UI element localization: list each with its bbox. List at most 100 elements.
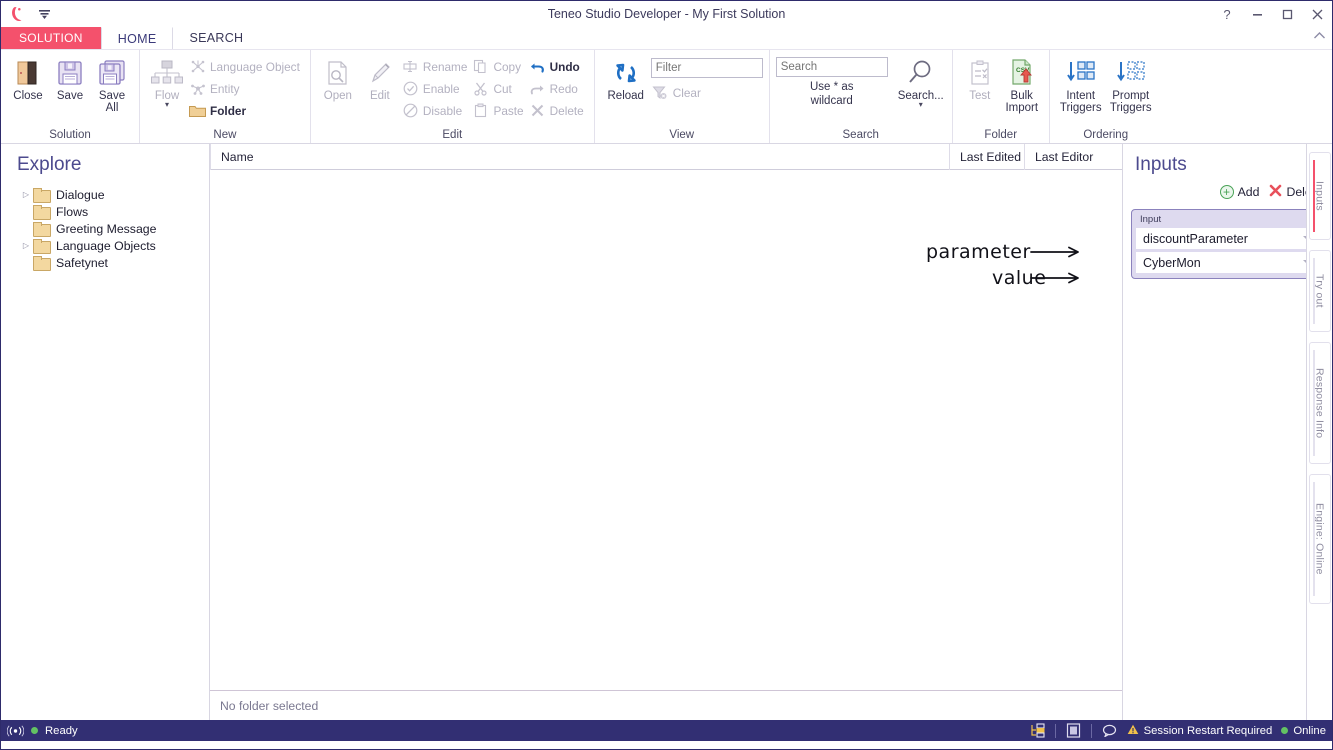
bulk-import-button[interactable]: CSV Bulk Import <box>1001 54 1043 114</box>
new-language-object-button[interactable]: Language Object <box>188 56 304 77</box>
copy-button[interactable]: Copy <box>471 56 527 77</box>
test-button[interactable]: Test <box>959 54 1001 102</box>
grid-header: Name Last Edited Last Editor <box>210 143 1122 170</box>
tab-response-info[interactable]: Response Info <box>1308 342 1331 464</box>
save-button[interactable]: Save <box>49 54 91 102</box>
sidebar-item-flows[interactable]: Flows <box>19 203 209 220</box>
help-button[interactable]: ? <box>1212 2 1242 26</box>
sidebar-item-greeting-message[interactable]: Greeting Message <box>19 220 209 237</box>
column-header-last-edited[interactable]: Last Edited <box>949 143 1024 170</box>
magnifier-icon <box>905 56 937 90</box>
tab-solution[interactable]: SOLUTION <box>1 27 101 49</box>
flow-tree-icon <box>151 56 183 90</box>
tab-try-out[interactable]: Try out <box>1308 250 1331 332</box>
close-button[interactable] <box>1302 2 1332 26</box>
sidebar-item-label: Flows <box>56 204 89 219</box>
clear-filter-button[interactable]: Clear <box>651 82 763 103</box>
chevron-down-icon[interactable]: ▾ <box>919 101 923 109</box>
add-input-button[interactable]: + Add <box>1219 185 1259 199</box>
main-area: Explore ▷ Dialogue Flows Greeting Messag… <box>1 143 1332 720</box>
copy-label: Copy <box>493 59 521 74</box>
disable-button[interactable]: Disable <box>401 100 472 121</box>
new-flow-button[interactable]: Flow ▾ <box>146 54 188 109</box>
pencil-icon <box>367 56 393 90</box>
explore-title: Explore <box>17 154 82 175</box>
redo-button[interactable]: Redo <box>528 78 588 99</box>
minimize-button[interactable] <box>1242 2 1272 26</box>
inputs-panel-actions: + Add Delete <box>1123 176 1332 200</box>
sidebar-item-label: Greeting Message <box>56 221 157 236</box>
intent-triggers-button[interactable]: Intent Triggers <box>1056 54 1106 114</box>
open-button[interactable]: Open <box>317 54 359 102</box>
status-bar-right: Session Restart Required Online <box>1029 723 1326 738</box>
paste-button[interactable]: Paste <box>471 100 527 121</box>
edit-col-3: Undo Redo Delete <box>528 54 588 121</box>
edit-col-1: Rename Enable Disable <box>401 54 472 121</box>
new-language-object-label: Language Object <box>210 59 300 74</box>
parameter-combo[interactable]: discountParameter <box>1136 228 1319 249</box>
tab-inputs[interactable]: Inputs <box>1308 152 1331 240</box>
sidebar-item-dialogue[interactable]: ▷ Dialogue <box>19 186 209 203</box>
chevron-up-icon[interactable] <box>1313 29 1326 43</box>
reload-button[interactable]: Reload <box>601 54 651 102</box>
undo-label: Undo <box>549 59 580 74</box>
search-input[interactable] <box>775 57 888 77</box>
cut-button[interactable]: Cut <box>471 78 527 99</box>
folder-icon <box>33 221 51 237</box>
quick-access-toolbar-icon[interactable] <box>31 1 57 27</box>
title-bar: Teneo Studio Developer - My First Soluti… <box>1 1 1332 27</box>
undo-button[interactable]: Undo <box>528 56 588 77</box>
tab-home[interactable]: HOME <box>100 27 174 49</box>
bulk-import-label-text: Bulk Import <box>1005 90 1039 114</box>
red-x-icon <box>1269 184 1282 200</box>
paste-label: Paste <box>493 103 524 118</box>
chevron-down-icon[interactable]: ▾ <box>165 101 169 109</box>
new-entity-button[interactable]: Entity <box>188 78 304 99</box>
annotation-parameter: parameter <box>926 241 1031 263</box>
tab-search[interactable]: SEARCH <box>173 27 259 49</box>
edit-button[interactable]: Edit <box>359 54 401 102</box>
engine-status: Online <box>1281 725 1326 737</box>
tab-engine-online[interactable]: Engine: Online <box>1308 474 1331 604</box>
delete-button[interactable]: Delete <box>528 100 588 121</box>
column-header-name[interactable]: Name <box>210 143 949 170</box>
copy-icon <box>472 59 489 75</box>
explore-tree: ▷ Dialogue Flows Greeting Message ▷ Lang… <box>1 186 209 271</box>
chevron-right-icon[interactable]: ▷ <box>19 190 33 199</box>
tab-try-out-label: Try out <box>1313 274 1326 308</box>
tab-response-info-label: Response Info <box>1313 367 1326 439</box>
clear-filter-icon <box>652 85 669 101</box>
engine-status-dot <box>1281 727 1289 734</box>
session-restart-label: Session Restart Required <box>1143 724 1273 737</box>
ribbon-group-label-folder: Folder <box>984 129 1018 141</box>
search-button[interactable]: Search... ▾ <box>896 54 946 109</box>
folder-icon <box>189 103 206 119</box>
save-all-button[interactable]: Save All <box>91 54 133 114</box>
sidebar-item-safetynet[interactable]: Safetynet <box>19 254 209 271</box>
prompt-triggers-button[interactable]: Prompt Triggers <box>1106 54 1156 114</box>
ribbon-group-ordering: Intent Triggers Prompt Triggers Ordering <box>1048 50 1162 143</box>
edit-label: Edit <box>369 90 390 102</box>
close-solution-button[interactable]: Close <box>7 54 49 102</box>
rename-label: Rename <box>422 59 468 74</box>
new-folder-button[interactable]: Folder <box>188 100 304 121</box>
search-hint-line2: wildcard <box>810 95 853 107</box>
session-restart-required: Session Restart Required <box>1127 724 1273 738</box>
enable-button[interactable]: Enable <box>401 78 472 99</box>
rename-icon <box>402 59 419 75</box>
clear-filter-label: Clear <box>672 85 701 100</box>
rename-button[interactable]: Rename <box>401 56 472 77</box>
value-combo[interactable]: CyberMon <box>1136 252 1319 273</box>
filter-input[interactable] <box>650 58 763 78</box>
chevron-right-icon[interactable]: ▷ <box>19 241 33 250</box>
column-header-last-editor[interactable]: Last Editor <box>1024 143 1122 170</box>
solution-tree-icon[interactable] <box>1029 723 1046 738</box>
folder-icon <box>33 187 51 203</box>
scissors-icon <box>472 81 489 97</box>
sidebar-item-language-objects[interactable]: ▷ Language Objects <box>19 237 209 254</box>
chat-bubble-icon[interactable] <box>1101 723 1118 738</box>
maximize-button[interactable] <box>1272 2 1302 26</box>
tab-inputs-label: Inputs <box>1313 181 1326 211</box>
document-icon[interactable] <box>1065 723 1082 738</box>
ribbon-group-label-edit: Edit <box>442 129 463 141</box>
